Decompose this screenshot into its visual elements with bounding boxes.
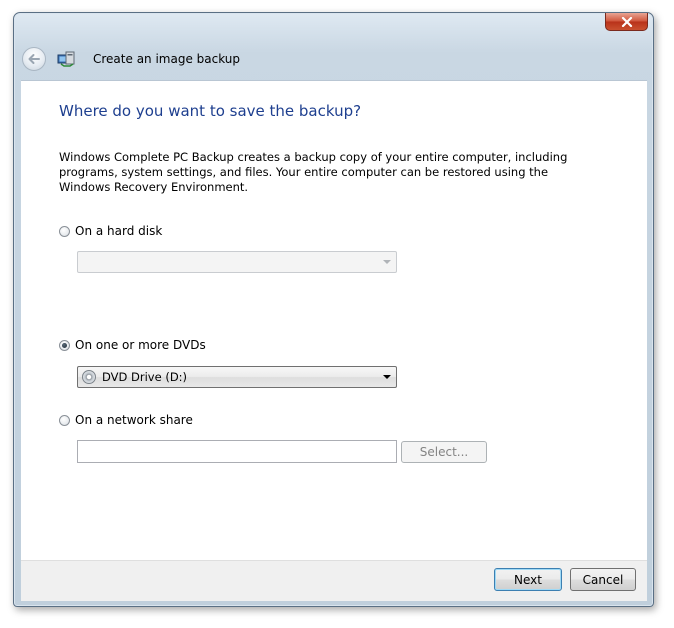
backup-app-icon [57, 51, 75, 67]
page-description: Windows Complete PC Backup creates a bac… [59, 150, 568, 194]
chevron-down-icon [383, 260, 391, 264]
hard-disk-label: On a hard disk [75, 224, 163, 238]
dvd-drive-combo[interactable]: DVD Drive (D:) [77, 366, 397, 388]
select-button[interactable]: Select... [401, 441, 487, 463]
chevron-down-icon [383, 375, 391, 379]
hard-disk-option[interactable]: On a hard disk [59, 224, 162, 238]
close-icon [621, 16, 632, 27]
back-button[interactable] [22, 47, 46, 71]
next-button[interactable]: Next [494, 568, 562, 591]
dvd-label: On one or more DVDs [75, 338, 206, 352]
dvd-drive-icon [82, 370, 96, 384]
cancel-button[interactable]: Cancel [570, 568, 636, 591]
wizard-title: Create an image backup [93, 52, 241, 66]
close-button[interactable] [605, 13, 648, 31]
dvd-option[interactable]: On one or more DVDs [59, 338, 206, 352]
hard-disk-combo[interactable] [77, 251, 397, 273]
dvd-radio[interactable] [59, 339, 70, 351]
back-arrow-icon [28, 54, 40, 64]
network-share-label: On a network share [75, 413, 193, 427]
network-share-input[interactable] [77, 440, 397, 463]
dvd-combo-value: DVD Drive (D:) [102, 370, 188, 384]
hard-disk-radio[interactable] [59, 225, 70, 237]
network-share-radio[interactable] [59, 414, 70, 426]
network-share-option[interactable]: On a network share [59, 413, 193, 427]
page-heading: Where do you want to save the backup? [59, 102, 362, 120]
